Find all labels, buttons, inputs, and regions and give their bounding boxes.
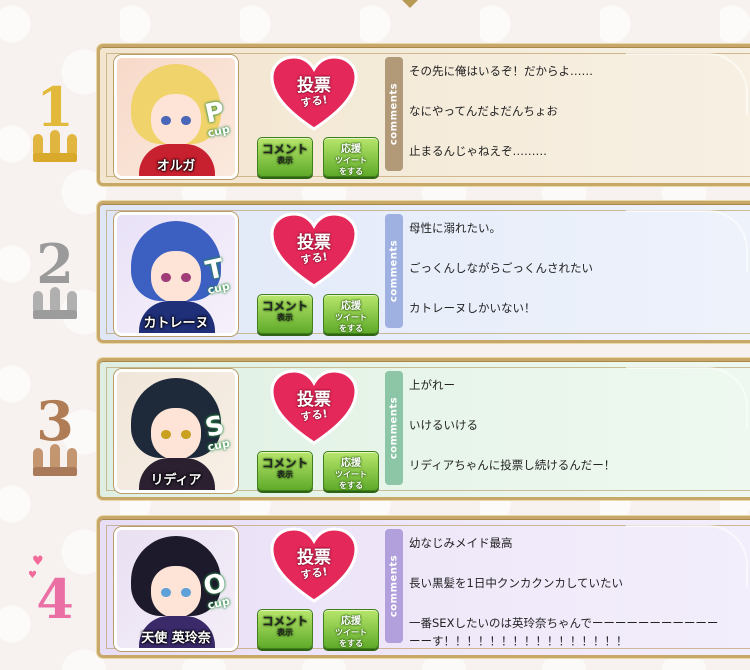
character-portrait[interactable]: P cup オルガ — [114, 55, 238, 179]
rank-badge: 2 — [20, 235, 90, 321]
gold-crown-icon — [33, 128, 77, 162]
vote-heart-button[interactable]: 投票 する! — [270, 212, 358, 288]
comment-text: 上がれー — [409, 378, 455, 392]
comments-tab: comments — [385, 371, 403, 485]
cheer-tweet-button[interactable]: 応援 ツイート をする — [323, 609, 379, 649]
comment-text: ーーす！！！！！！！！！！！！！！！！ — [409, 634, 628, 648]
ranking-card: P cup オルガ 投票 する! コメント 表示 応援 ツイート をする com… — [97, 44, 750, 186]
character-portrait[interactable]: O cup 天使 英玲奈 — [114, 527, 238, 651]
comments-list: 幼なじみメイド最高 長い黒髪を1日中クンカクンカしていたい 一番SEXしたいのは… — [409, 529, 749, 648]
ranking-row-3: 3 S cup リディア 投票 する! コメント 表示 応援 ツイート をする … — [0, 358, 750, 500]
comments-tab: comments — [385, 57, 403, 171]
ranking-card: O cup 天使 英玲奈 投票 する! コメント 表示 応援 ツイート をする … — [97, 516, 750, 658]
comments-tab: comments — [385, 529, 403, 643]
character-name: 天使 英玲奈 — [141, 631, 211, 646]
comment-text: 母性に溺れたい。 — [409, 221, 501, 235]
comment-text: ごっくんしながらごっくんされたい — [409, 261, 593, 275]
comment-text: その先に俺はいるぞ！だからよ…… — [409, 64, 593, 78]
comments-list: その先に俺はいるぞ！だからよ…… なにやってんだよだんちょお 止まるんじゃねえぞ… — [409, 57, 749, 171]
rank-badge: ♥ ♥ 4 — [20, 550, 90, 636]
character-name: リディア — [150, 473, 202, 488]
ranking-card: T cup カトレーヌ 投票 する! コメント 表示 応援 ツイート をする c… — [97, 201, 750, 343]
vote-heart-button[interactable]: 投票 する! — [270, 527, 358, 603]
show-comments-button[interactable]: コメント 表示 — [257, 451, 313, 491]
show-comments-button[interactable]: コメント 表示 — [257, 609, 313, 649]
character-name: オルガ — [156, 159, 196, 174]
comment-text: 幼なじみメイド最高 — [409, 536, 513, 550]
rank-badge: 1 — [20, 78, 90, 164]
comment-text: なにやってんだよだんちょお — [409, 104, 558, 118]
vote-heart-button[interactable]: 投票 する! — [270, 369, 358, 445]
cheer-tweet-button[interactable]: 応援 ツイート をする — [323, 137, 379, 177]
cheer-tweet-button[interactable]: 応援 ツイート をする — [323, 294, 379, 334]
ranking-row-2: 2 T cup カトレーヌ 投票 する! コメント 表示 応援 ツイート をする… — [0, 201, 750, 343]
comment-text: カトレーヌしかいない！ — [409, 301, 536, 315]
comment-text: 長い黒髪を1日中クンカクンカしていたい — [409, 576, 623, 590]
bronze-crown-icon — [33, 442, 77, 476]
character-name: カトレーヌ — [143, 316, 209, 331]
comment-text: 一番SEXしたいのは英玲奈ちゃんでーーーーーーーーーーー — [409, 616, 719, 630]
vote-heart-button[interactable]: 投票 する! — [270, 55, 358, 131]
comments-tab: comments — [385, 214, 403, 328]
comments-list: 母性に溺れたい。 ごっくんしながらごっくんされたい カトレーヌしかいない！ — [409, 214, 749, 328]
ranking-row-1: 1 P cup オルガ 投票 する! コメント 表示 応援 ツイート をする c… — [0, 44, 750, 186]
cheer-tweet-button[interactable]: 応援 ツイート をする — [323, 451, 379, 491]
rank-badge: 3 — [20, 392, 90, 478]
rank-number: 4 — [36, 567, 74, 631]
character-portrait[interactable]: S cup リディア — [114, 369, 238, 493]
ranking-row-4: ♥ ♥ 4 O cup 天使 英玲奈 投票 する! コメント 表示 応援 ツイー… — [0, 516, 750, 658]
silver-crown-icon — [33, 285, 77, 319]
scroll-up-arrow-icon — [402, 0, 418, 8]
comment-text: いけるいける — [409, 418, 478, 432]
comments-list: 上がれー いけるいける リディアちゃんに投票し続けるんだー！ — [409, 371, 749, 485]
character-portrait[interactable]: T cup カトレーヌ — [114, 212, 238, 336]
show-comments-button[interactable]: コメント 表示 — [257, 137, 313, 177]
comment-text: 止まるんじゃねえぞ……… — [409, 144, 547, 158]
ranking-card: S cup リディア 投票 する! コメント 表示 応援 ツイート をする co… — [97, 358, 750, 500]
show-comments-button[interactable]: コメント 表示 — [257, 294, 313, 334]
comment-text: リディアちゃんに投票し続けるんだー！ — [409, 458, 616, 472]
